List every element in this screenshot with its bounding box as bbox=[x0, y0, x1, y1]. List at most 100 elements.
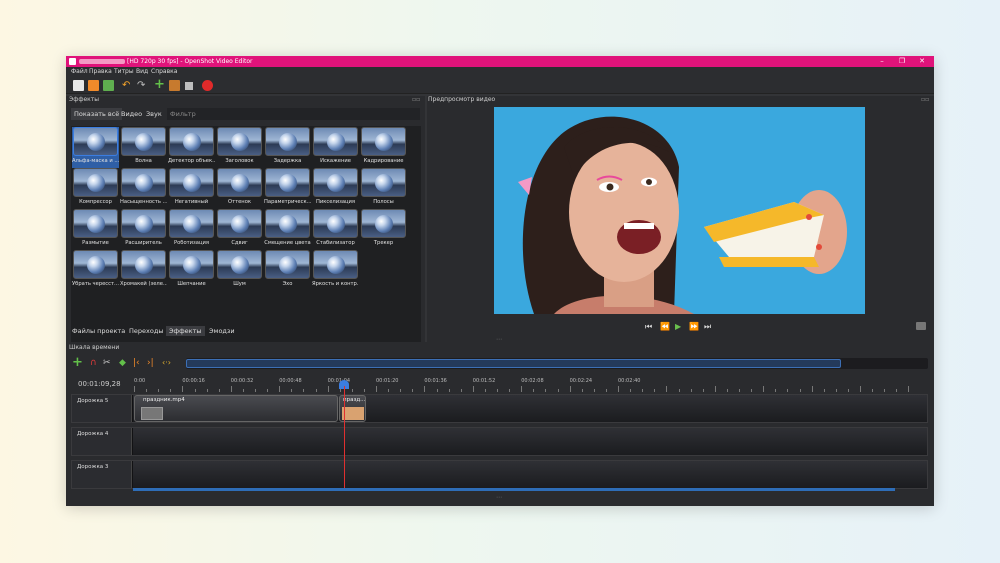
next-marker-icon[interactable]: ›| bbox=[147, 358, 157, 368]
menu-help[interactable]: Справка bbox=[151, 67, 177, 77]
menu-file[interactable]: Файл bbox=[71, 67, 88, 77]
tab-effects[interactable]: Эффекты bbox=[166, 326, 205, 336]
effect-item[interactable]: Сдвиг bbox=[216, 209, 263, 250]
save-project-icon[interactable] bbox=[103, 80, 114, 91]
clip-name: праздник.mp4 bbox=[143, 397, 185, 403]
track-header[interactable]: Дорожка 5 bbox=[72, 395, 132, 422]
effect-item[interactable]: Роботизация bbox=[168, 209, 215, 250]
tab-show-all[interactable]: Показать всё bbox=[71, 108, 123, 120]
effect-item[interactable]: Смещение цвета bbox=[264, 209, 311, 250]
effect-item[interactable]: Искажение bbox=[312, 127, 359, 168]
ruler-tick bbox=[497, 389, 498, 392]
tab-audio[interactable]: Звук bbox=[143, 108, 165, 120]
tab-project-files[interactable]: Файлы проекта bbox=[69, 326, 128, 336]
effect-item[interactable]: Кадрирование bbox=[360, 127, 407, 168]
effect-item[interactable]: Хромакей (зеле... bbox=[120, 250, 167, 291]
timeline-horizontal-scrollbar[interactable] bbox=[133, 488, 895, 491]
effect-item[interactable]: Яркость и контр... bbox=[312, 250, 359, 291]
effect-item[interactable]: Полосы bbox=[360, 168, 407, 209]
effect-item[interactable]: Эхо bbox=[264, 250, 311, 291]
track-header[interactable]: Дорожка 3 bbox=[72, 461, 132, 488]
snapshot-camera-icon[interactable] bbox=[916, 322, 926, 330]
effect-item[interactable]: Трекер bbox=[360, 209, 407, 250]
effect-item[interactable]: Шепчание bbox=[168, 250, 215, 291]
export-video-icon[interactable] bbox=[202, 80, 213, 91]
panel-dock-icon[interactable]: ▫▫ bbox=[412, 96, 420, 103]
add-track-icon[interactable]: + bbox=[72, 356, 83, 369]
clip-main[interactable]: праздник.mp4 bbox=[134, 395, 338, 422]
effect-item[interactable]: Расширитель bbox=[120, 209, 167, 250]
effect-preview-sphere bbox=[279, 174, 297, 192]
close-button[interactable]: ✕ bbox=[912, 56, 932, 67]
effects-filter-input[interactable]: Фильтр bbox=[167, 108, 420, 120]
razor-icon[interactable]: ✂ bbox=[103, 358, 113, 368]
ruler-label: 00:01:52 bbox=[472, 378, 496, 384]
menu-edit[interactable]: Правка bbox=[89, 67, 112, 77]
redo-icon[interactable]: ↷ bbox=[137, 80, 148, 91]
effect-item[interactable]: Задержка bbox=[264, 127, 311, 168]
profile-icon[interactable] bbox=[169, 80, 180, 91]
ruler-tick bbox=[339, 389, 341, 392]
effect-label: Расширитель bbox=[125, 240, 162, 246]
effect-label: Убрать чересст... bbox=[72, 281, 119, 287]
effect-label: Заголовок bbox=[225, 158, 254, 164]
effect-item[interactable]: Размытие bbox=[72, 209, 119, 250]
effect-item[interactable]: Компрессор bbox=[72, 168, 119, 209]
tab-emoji[interactable]: Эмодзи bbox=[206, 326, 238, 336]
track-header[interactable]: Дорожка 4 bbox=[72, 428, 132, 455]
effect-item[interactable]: Насыщенность ... bbox=[120, 168, 167, 209]
effect-item[interactable]: Оттенок bbox=[216, 168, 263, 209]
new-project-icon[interactable] bbox=[73, 80, 84, 91]
track-lane[interactable]: праздник.mp4 празд... bbox=[133, 395, 927, 422]
effect-item[interactable]: Детектор объек... bbox=[168, 127, 215, 168]
effect-preview-sphere bbox=[375, 133, 393, 151]
effect-item[interactable]: Стабилизатор bbox=[312, 209, 359, 250]
timeline-zoom-scroller[interactable] bbox=[186, 358, 928, 369]
rewind-button[interactable]: ⏪ bbox=[660, 322, 670, 331]
tab-transitions[interactable]: Переходы bbox=[126, 326, 166, 336]
effect-item[interactable]: Волна bbox=[120, 127, 167, 168]
effect-item[interactable]: Негативный bbox=[168, 168, 215, 209]
maximize-button[interactable]: ❐ bbox=[892, 56, 912, 67]
menu-view[interactable]: Вид bbox=[136, 67, 148, 77]
undo-icon[interactable]: ↶ bbox=[122, 80, 133, 91]
menu-titles[interactable]: Титры bbox=[114, 67, 134, 77]
preview-dock-icon[interactable]: ▫▫ bbox=[921, 96, 929, 103]
track-lane[interactable] bbox=[133, 428, 927, 455]
jump-end-button[interactable]: ⏭ bbox=[704, 322, 711, 332]
fast-forward-button[interactable]: ⏩ bbox=[689, 322, 699, 331]
open-project-icon[interactable] bbox=[88, 80, 99, 91]
tab-video[interactable]: Видео bbox=[118, 108, 145, 120]
minimize-button[interactable]: – bbox=[872, 56, 892, 67]
ruler-tick bbox=[291, 389, 293, 392]
ruler-tick bbox=[642, 389, 644, 392]
effect-item[interactable]: Заголовок bbox=[216, 127, 263, 168]
effect-item[interactable]: Параметрическ... bbox=[264, 168, 311, 209]
effect-thumbnail bbox=[169, 168, 214, 197]
snap-magnet-icon[interactable]: ∩ bbox=[90, 358, 100, 368]
ruler-tick bbox=[835, 389, 837, 392]
track-lane[interactable] bbox=[133, 461, 927, 488]
ruler-tick bbox=[908, 386, 910, 392]
ruler-tick bbox=[557, 389, 559, 392]
ruler-tick bbox=[811, 386, 813, 392]
effect-item[interactable]: Пикселизация bbox=[312, 168, 359, 209]
playhead-line bbox=[344, 386, 345, 489]
add-marker-icon[interactable]: ◆ bbox=[119, 358, 129, 368]
effect-item[interactable]: Альфа-маска и ... bbox=[72, 127, 119, 168]
jump-start-button[interactable]: ⏮ bbox=[645, 322, 652, 332]
center-playhead-icon[interactable]: ‹·› bbox=[162, 358, 172, 368]
previous-marker-icon[interactable]: |‹ bbox=[133, 358, 143, 368]
effect-preview-sphere bbox=[327, 215, 345, 233]
splitter-handle[interactable]: ⋯ bbox=[496, 336, 502, 343]
import-files-icon[interactable]: + bbox=[154, 78, 165, 91]
effect-thumbnail bbox=[73, 168, 118, 197]
effect-item[interactable]: Шум bbox=[216, 250, 263, 291]
effect-item[interactable]: Убрать чересст... bbox=[72, 250, 119, 291]
ruler-label: 00:00:32 bbox=[230, 378, 254, 384]
play-button[interactable]: ▶ bbox=[675, 322, 681, 331]
bottom-splitter-handle[interactable]: ⋯ bbox=[496, 494, 502, 501]
zoom-window[interactable] bbox=[186, 359, 841, 368]
timeline-ruler[interactable]: 0:00 00:00:16 00:00:32 00:00:48 00:01:04 00:0… bbox=[134, 374, 928, 392]
fullscreen-icon[interactable] bbox=[185, 82, 193, 90]
